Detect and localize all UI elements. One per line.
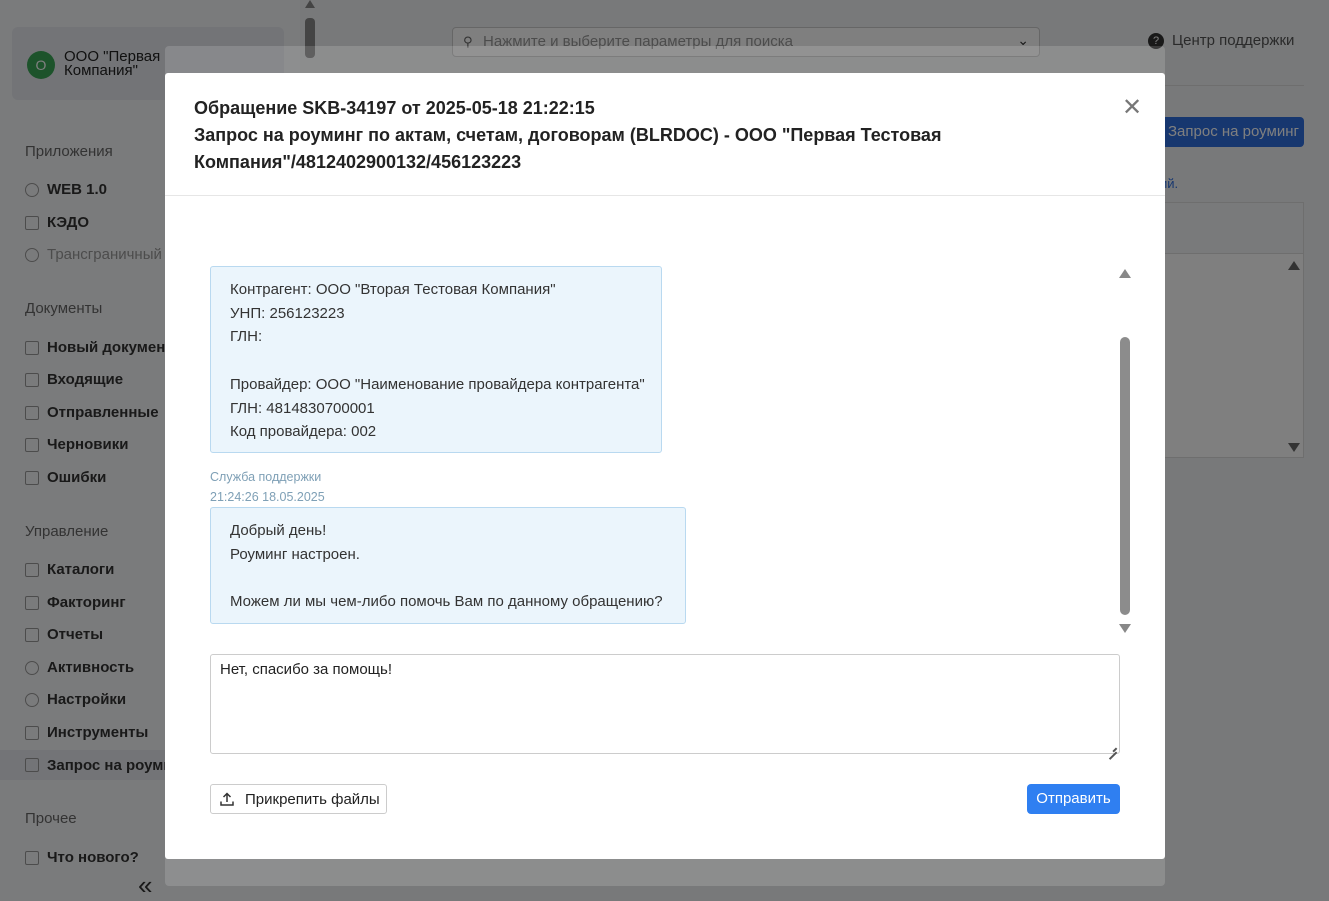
message-line: ГЛН:	[230, 328, 263, 346]
message-line: Можем ли мы чем-либо помочь Вам по данно…	[230, 593, 663, 611]
ticket-dialog: Обращение SKB-34197 от 2025-05-18 21:22:…	[165, 73, 1165, 859]
close-icon[interactable]: ✕	[1120, 95, 1144, 121]
message-bubble: Добрый день! Роуминг настроен. Можем ли …	[210, 507, 686, 624]
message-line	[230, 566, 666, 590]
send-button[interactable]: Отправить	[1027, 784, 1120, 814]
scroll-up-icon[interactable]	[1119, 269, 1131, 278]
message-timestamp: 21:24:26 18.05.2025	[210, 490, 325, 504]
message-line: УНП: 256123223	[230, 304, 345, 322]
attach-files-label: Прикрепить файлы	[245, 790, 380, 808]
message-line: Роуминг настроен.	[230, 545, 360, 563]
dialog-title: Обращение SKB-34197 от 2025-05-18 21:22:…	[194, 95, 974, 176]
resize-handle-icon[interactable]	[1108, 743, 1117, 752]
message-line	[230, 349, 642, 373]
reply-textarea[interactable]: Нет, спасибо за помощь!	[210, 654, 1120, 754]
upload-icon	[220, 792, 234, 806]
scroll-down-icon[interactable]	[1119, 624, 1131, 633]
message-author: Служба поддержки	[210, 470, 322, 484]
thread-scrollbar[interactable]	[1119, 269, 1131, 635]
message-thread: Контрагент: ООО "Вторая Тестовая Компани…	[210, 265, 1120, 635]
dialog-header: Обращение SKB-34197 от 2025-05-18 21:22:…	[165, 73, 1165, 196]
dialog-title-line: Обращение SKB-34197 от 2025-05-18 21:22:…	[194, 98, 595, 118]
attach-files-button[interactable]: Прикрепить файлы	[210, 784, 387, 814]
dialog-title-line: Запрос на роуминг по актам, счетам, дого…	[194, 125, 942, 145]
message-line: ГЛН: 4814830700001	[230, 399, 375, 417]
message-line: Код провайдера: 002	[230, 423, 377, 441]
scrollbar-thumb[interactable]	[1120, 337, 1130, 615]
message-bubble: Контрагент: ООО "Вторая Тестовая Компани…	[210, 266, 662, 453]
dialog-title-line: Компания"/4812402900132/456123223	[194, 152, 522, 172]
message-line: Провайдер: ООО "Наименование провайдера …	[230, 375, 645, 393]
message-line: Добрый день!	[230, 522, 327, 539]
message-line: Контрагент: ООО "Вторая Тестовая Компани…	[230, 281, 556, 298]
